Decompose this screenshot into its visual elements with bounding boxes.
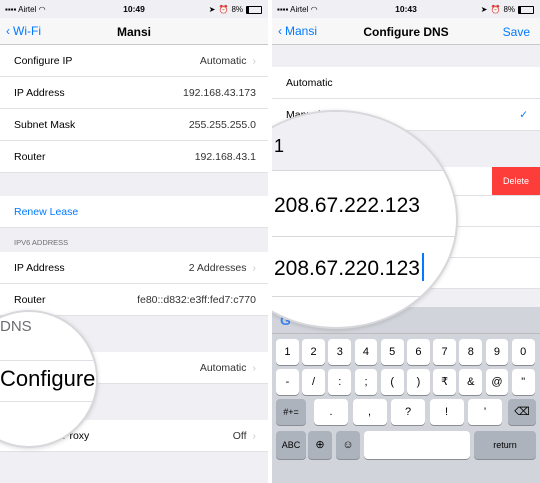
digit-key[interactable]: 6 (407, 339, 430, 365)
subnet-mask-row: Subnet Mask 255.255.255.0 (0, 109, 268, 141)
symbol-key[interactable]: : (328, 369, 352, 395)
network-details-screen: ▪▪▪▪ Airtel ◠ 10:49 ➤ ⏰ 8% ‹ Wi-Fi Mansi… (0, 0, 268, 483)
symbol-key[interactable]: ; (354, 369, 378, 395)
save-button[interactable]: Save (503, 25, 530, 39)
backspace-key[interactable]: ⌫ (508, 399, 536, 425)
punctuation-key[interactable]: ' (468, 399, 502, 425)
battery-icon (246, 5, 262, 14)
symbol-key[interactable]: / (302, 369, 325, 395)
alarm-icon: ⏰ (490, 5, 501, 14)
configure-dns-screen: ▪▪▪▪ Airtel ◠ 10:43 ➤ ⏰ 8% ‹ Mansi Confi… (272, 0, 540, 483)
globe-key[interactable]: ⊕ (308, 431, 332, 459)
magnified-configure-label: Configure (0, 366, 96, 391)
digit-key[interactable]: 4 (354, 339, 378, 365)
numeric-keyboard: G 1234567890 - /:;() ₹ & @ " #+= .,?! ' ⌫ ABC … (272, 307, 540, 483)
page-title: Configure DNS (363, 25, 449, 39)
punctuation-key[interactable]: ? (391, 399, 425, 425)
automatic-option[interactable]: Automatic (272, 67, 540, 99)
battery-percent: 8% (503, 5, 515, 14)
chevron-right-icon: › (252, 362, 257, 374)
navigation-bar: ‹ Wi-Fi Mansi (0, 18, 268, 45)
symbol-key[interactable]: @ (485, 369, 509, 395)
checkmark-icon: ✓ (519, 109, 528, 121)
magnified-dns-header: DNS (0, 318, 32, 335)
digit-key[interactable]: 8 (459, 339, 483, 365)
symbol-key[interactable]: ) (407, 369, 430, 395)
battery-percent: 8% (231, 5, 243, 14)
emoji-icon: ☺ (342, 439, 354, 451)
return-key[interactable]: return (474, 431, 536, 459)
backspace-icon: ⌫ (514, 406, 530, 418)
chevron-right-icon: › (252, 430, 257, 442)
status-bar: ▪▪▪▪ Airtel ◠ 10:43 ➤ ⏰ 8% (272, 0, 540, 18)
digit-key[interactable]: 1 (276, 339, 299, 365)
key-abc[interactable]: ABC (276, 431, 306, 459)
emoji-key[interactable]: ☺ (336, 431, 360, 459)
navigation-bar: ‹ Mansi Configure DNS Save (272, 18, 540, 45)
punctuation-key[interactable]: ! (429, 399, 464, 425)
key-more-symbols[interactable]: #+= (276, 399, 306, 425)
symbol-key[interactable]: & (459, 369, 483, 395)
battery-icon (518, 5, 534, 14)
symbol-key[interactable]: ₹ (433, 369, 456, 395)
digit-key[interactable]: 2 (302, 339, 325, 365)
symbol-key[interactable]: - (276, 369, 299, 395)
location-icon: ➤ (208, 5, 216, 14)
delete-button[interactable]: Delete (492, 167, 540, 195)
page-title: Mansi (116, 25, 151, 39)
ipv6-header: IPV6 ADDRESS (14, 238, 69, 247)
punctuation-key[interactable]: . (314, 399, 348, 425)
chevron-right-icon: › (252, 262, 257, 274)
digit-key[interactable]: 9 (485, 339, 509, 365)
globe-icon: ⊕ (315, 439, 325, 451)
renew-lease-button[interactable]: Renew Lease (0, 196, 268, 228)
dns-server-1[interactable]: 208.67.222.123 (274, 194, 420, 218)
digit-key[interactable]: 0 (511, 339, 535, 365)
magnifier-circle: 1 208.67.222.123 208.67.220.123 (272, 110, 458, 329)
magnified-partial-server: 1 (274, 136, 285, 156)
digit-key[interactable]: 7 (433, 339, 456, 365)
location-icon: ➤ (480, 5, 488, 14)
digit-key[interactable]: 5 (380, 339, 404, 365)
dns-server-2[interactable]: 208.67.220.123 (274, 257, 420, 281)
router-row: Router 192.168.43.1 (0, 141, 268, 173)
digit-key[interactable]: 3 (328, 339, 352, 365)
symbol-key[interactable]: ( (380, 369, 404, 395)
ip-address-row: IP Address 192.168.43.173 (0, 77, 268, 109)
symbol-key[interactable]: " (511, 369, 535, 395)
punctuation-key[interactable]: , (352, 399, 387, 425)
chevron-right-icon: › (252, 55, 257, 67)
alarm-icon: ⏰ (218, 5, 229, 14)
status-bar: ▪▪▪▪ Airtel ◠ 10:49 ➤ ⏰ 8% (0, 0, 268, 18)
text-cursor (422, 253, 424, 281)
configure-ip-row[interactable]: Configure IP Automatic › (0, 45, 268, 77)
space-key[interactable] (364, 431, 470, 459)
ipv6-address-row[interactable]: IP Address 2 Addresses › (0, 252, 268, 284)
